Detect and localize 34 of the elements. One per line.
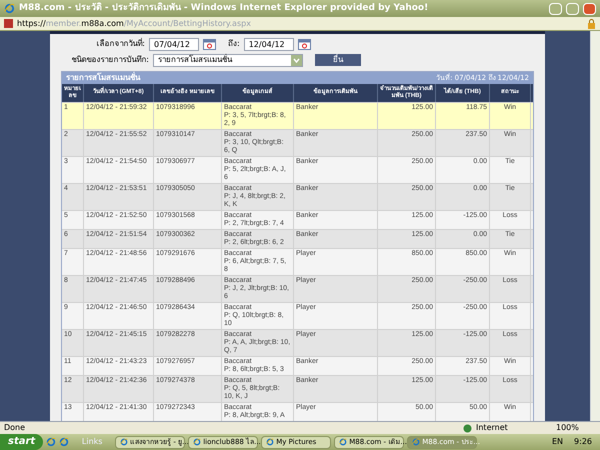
window-title: M88.com - ประวัติ - ประวัติการเดิมพัน - Windows Internet Explorer provided by Yahoo! xyxy=(19,2,430,15)
from-date-field[interactable]: 07/04/12 xyxy=(149,38,199,51)
scrollbar[interactable] xyxy=(590,31,600,421)
browser-icon xyxy=(120,438,128,446)
from-label: เลือกจากวันที่: xyxy=(95,38,145,50)
browser-icon xyxy=(266,438,274,446)
maximize-button[interactable] xyxy=(566,2,579,14)
site-icon xyxy=(4,19,13,28)
language-indicator[interactable]: EN xyxy=(552,436,564,448)
globe-icon xyxy=(463,424,472,432)
minimize-button[interactable] xyxy=(549,2,562,14)
browser-icon xyxy=(59,437,70,447)
url-text: https://member.m88a.com/MyAccount/BettingHistory.aspx xyxy=(17,18,252,30)
browser-icon xyxy=(193,438,202,446)
clock: 9:26 xyxy=(573,436,593,448)
address-bar[interactable]: https://member.m88a.com/MyAccount/BettingHistory.aspx xyxy=(0,17,600,31)
zoom-level[interactable]: 100% xyxy=(556,422,596,434)
browser-icon xyxy=(412,438,420,446)
close-button[interactable] xyxy=(583,2,596,14)
lock-icon xyxy=(587,18,596,28)
browser-icon xyxy=(46,437,56,447)
calendar-icon[interactable] xyxy=(298,38,311,50)
calendar-icon[interactable] xyxy=(203,38,216,50)
to-date-field[interactable]: 12/04/12 xyxy=(244,38,294,51)
status-text: Done xyxy=(4,422,26,434)
to-label: ถึง: xyxy=(228,38,240,50)
zone-text: Internet xyxy=(476,422,509,434)
start-button[interactable]: start xyxy=(0,434,44,450)
results-title: รายการสโมสรแมนชั่น xyxy=(66,72,140,84)
record-type-label: ชนิดของรายการบันทึก: xyxy=(70,54,149,66)
record-type-dropdown[interactable]: รายการสโมสรแมนชั่น xyxy=(153,54,303,67)
submit-button[interactable]: ยื่น xyxy=(315,54,361,66)
browser-icon xyxy=(339,438,348,446)
browser-icon xyxy=(4,3,15,14)
